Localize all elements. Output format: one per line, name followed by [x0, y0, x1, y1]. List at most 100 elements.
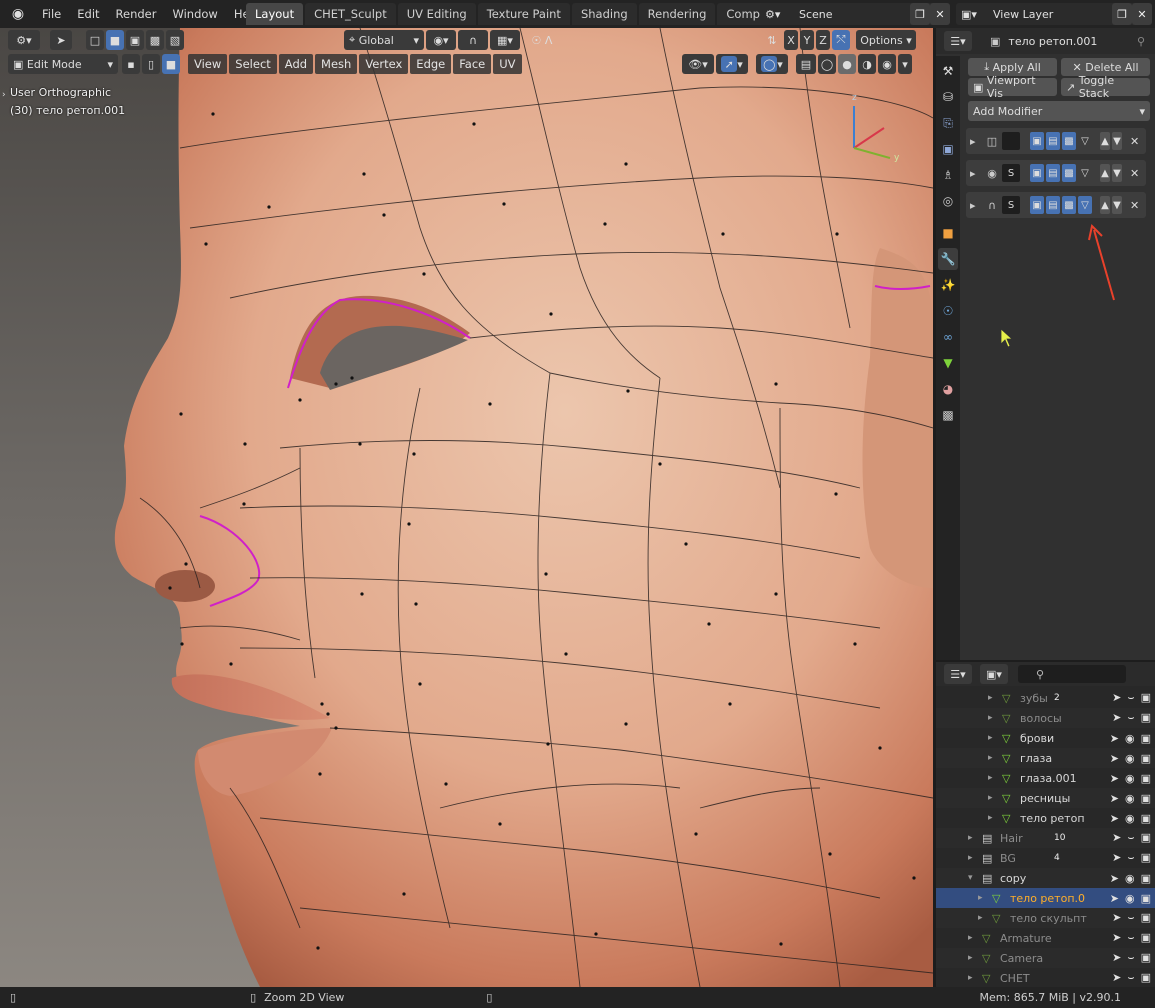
move-down-icon[interactable]: ▼	[1112, 132, 1122, 150]
physics-tab-icon[interactable]: ☉	[938, 300, 958, 322]
selectable-toggle-icon[interactable]: ➤	[1110, 732, 1119, 745]
shading-options-icon[interactable]: ▾	[898, 54, 912, 74]
expand-arrow-icon[interactable]: ▸	[968, 933, 973, 943]
render-camera-icon[interactable]: ▣	[1141, 872, 1151, 885]
mesh-data-tab-icon[interactable]: ▼	[938, 352, 958, 374]
face-mesh-render[interactable]	[0, 28, 933, 987]
pin-icon[interactable]: ⚲	[1137, 35, 1145, 48]
add-modifier-dropdown[interactable]: Add Modifier ▾	[968, 101, 1150, 121]
select-tool-icon[interactable]: ➤	[50, 30, 72, 50]
outliner-item-name[interactable]: брови	[1020, 732, 1054, 745]
outliner-item-name[interactable]: тело ретоп.0	[1010, 892, 1085, 905]
visibility-eye-icon[interactable]: ◉	[1125, 752, 1135, 765]
render-camera-icon[interactable]: ▣	[1141, 911, 1151, 925]
gizmo-icon[interactable]: ➚ ▾	[716, 54, 748, 74]
outliner-item-name[interactable]: ресницы	[1020, 792, 1070, 805]
menu-edge[interactable]: Edge	[410, 54, 452, 74]
visibility-eye-icon[interactable]: ⌣	[1127, 971, 1134, 985]
on-cage-toggle-icon[interactable]: ▽	[1078, 164, 1092, 182]
face-select-icon[interactable]: ■	[162, 54, 180, 74]
outliner-item-name[interactable]: Hair	[1000, 832, 1023, 845]
pivot-point-icon[interactable]: ◉▾	[426, 30, 456, 50]
selectable-toggle-icon[interactable]: ➤	[1110, 792, 1119, 805]
outliner-row[interactable]: ▽ ▸ брови ➤ ◉ ▣	[936, 728, 1155, 748]
outliner-row[interactable]: ▽ ▸ тело скульпт ➤ ⌣ ▣	[936, 908, 1155, 928]
render-camera-icon[interactable]: ▣	[1141, 931, 1151, 945]
expand-arrow-icon[interactable]: ▸	[988, 793, 993, 803]
outliner-item-name[interactable]: зубы	[1020, 692, 1048, 705]
viewport-vis-button[interactable]: ▣ Viewport Vis	[968, 74, 1057, 100]
outliner-row[interactable]: ▽ ▸ глаза.001 ➤ ◉ ▣	[936, 768, 1155, 788]
selectable-toggle-icon[interactable]: ➤	[1112, 711, 1121, 725]
edit-mode-toggle-icon[interactable]: ▣	[1030, 164, 1044, 182]
modifier-row-mirror[interactable]: ▸ ◫ ▣ ▤ ▩ ▽ ▲ ▼ ✕	[966, 128, 1146, 154]
modifier-tab-icon[interactable]: 🔧	[938, 248, 958, 270]
remove-modifier-icon[interactable]: ✕	[1130, 199, 1139, 212]
render-camera-icon[interactable]: ▣	[1141, 892, 1151, 905]
close-scene-icon[interactable]: ✕	[930, 3, 950, 25]
material-shading-icon[interactable]: ◑	[858, 54, 876, 74]
remove-modifier-icon[interactable]: ✕	[1130, 167, 1139, 180]
rendered-shading-icon[interactable]: ◉	[878, 54, 896, 74]
transform-orientation-dropdown[interactable]: ⌖ Global ▾	[344, 30, 424, 50]
particles-tab-icon[interactable]: ✨	[938, 274, 958, 296]
expand-arrow-icon[interactable]: ▸	[988, 753, 993, 763]
outliner-item-name[interactable]: тело скульпт	[1010, 912, 1087, 925]
3d-viewport[interactable]: ⚙▾ ➤ □ ■ ▣ ▩ ▧ ⌖ Global ▾ ◉▾ ∩ ▦▾ ☉ Λ ⇅ …	[0, 28, 933, 987]
selectable-toggle-icon[interactable]: ➤	[1110, 872, 1119, 885]
render-camera-icon[interactable]: ▣	[1141, 752, 1151, 765]
visibility-icon[interactable]: 👁▾	[682, 54, 714, 74]
expand-arrow-icon[interactable]: ▸	[978, 893, 983, 903]
tab-uv-editing[interactable]: UV Editing	[397, 3, 476, 25]
selectable-toggle-icon[interactable]: ➤	[1110, 892, 1119, 905]
render-toggle-icon[interactable]: ▩	[1062, 164, 1076, 182]
render-camera-icon[interactable]: ▣	[1141, 732, 1151, 745]
modifier-name-field[interactable]	[1002, 132, 1020, 150]
selectable-toggle-icon[interactable]: ➤	[1110, 752, 1119, 765]
outliner-row[interactable]: ▽ ▸ тело ретоп ➤ ◉ ▣	[936, 808, 1155, 828]
visibility-eye-icon[interactable]: ⌣	[1127, 711, 1134, 725]
mirror-toggle-icon[interactable]: ⇅	[762, 30, 782, 50]
visibility-eye-icon[interactable]: ⌣	[1127, 691, 1134, 705]
outliner-row[interactable]: ▽ ▸ ресницы ➤ ◉ ▣	[936, 788, 1155, 808]
select-new-icon[interactable]: ■	[106, 30, 124, 50]
outliner-item-name[interactable]: глаза.001	[1020, 772, 1077, 785]
expand-arrow-icon[interactable]: ▸	[988, 693, 993, 703]
wireframe-shading-icon[interactable]: ◯	[818, 54, 836, 74]
render-tab-icon[interactable]: ⛁	[938, 86, 958, 108]
move-down-icon[interactable]: ▼	[1112, 164, 1122, 182]
outliner-row[interactable]: ▽ ▸ CHET ➤ ⌣ ▣	[936, 968, 1155, 988]
render-camera-icon[interactable]: ▣	[1141, 971, 1151, 985]
expand-arrow-icon[interactable]: ▸	[970, 199, 982, 212]
material-tab-icon[interactable]: ◕	[938, 378, 958, 400]
outliner-editor-icon[interactable]: ☰▾	[944, 664, 972, 684]
outliner-item-name[interactable]: волосы	[1020, 712, 1062, 725]
visibility-eye-icon[interactable]: ◉	[1125, 732, 1135, 745]
visibility-eye-icon[interactable]: ◉	[1125, 892, 1135, 905]
texture-tab-icon[interactable]: ▩	[938, 404, 958, 426]
selectable-toggle-icon[interactable]: ➤	[1110, 812, 1119, 825]
tab-shading[interactable]: Shading	[571, 3, 637, 25]
edit-mode-toggle-icon[interactable]: ▣	[1030, 132, 1044, 150]
outliner-item-name[interactable]: тело ретоп	[1020, 812, 1085, 825]
visibility-eye-icon[interactable]: ◉	[1125, 872, 1135, 885]
toolbar-expand-icon[interactable]: ›	[2, 90, 6, 100]
expand-arrow-icon[interactable]: ▸	[968, 973, 973, 983]
navigation-gizmo[interactable]: z y	[840, 88, 910, 168]
mode-dropdown[interactable]: ▣ Edit Mode ▾	[8, 54, 118, 74]
expand-arrow-icon[interactable]: ▸	[988, 813, 993, 823]
properties-editor-icon[interactable]: ☰▾	[944, 31, 972, 51]
outliner-row[interactable]: ▤ ▸ Hair 10 ➤ ⌣ ▣	[936, 828, 1155, 848]
modifier-row-shrinkwrap[interactable]: ▸ ∩ S ▣ ▤ ▩ ▽ ▲ ▼ ✕	[966, 192, 1146, 218]
view-layer-selector[interactable]: ▣▾ View Layer ❐ ✕	[956, 3, 1152, 25]
expand-arrow-icon[interactable]: ▸	[968, 953, 973, 963]
on-cage-toggle-icon[interactable]: ▽	[1078, 196, 1092, 214]
outliner-row[interactable]: ▽ ▸ Armature ➤ ⌣ ▣	[936, 928, 1155, 948]
snap-icon[interactable]: ∩	[458, 30, 488, 50]
menu-add[interactable]: Add	[278, 54, 314, 74]
expand-arrow-icon[interactable]: ▸	[988, 773, 993, 783]
constraints-tab-icon[interactable]: ∞	[938, 326, 958, 348]
vertex-select-icon[interactable]: ▪	[122, 54, 140, 74]
outliner-row[interactable]: ▽ ▸ волосы ➤ ⌣ ▣	[936, 708, 1155, 728]
outliner-row[interactable]: ▽ ▸ тело ретоп.0 ➤ ◉ ▣	[936, 888, 1155, 908]
